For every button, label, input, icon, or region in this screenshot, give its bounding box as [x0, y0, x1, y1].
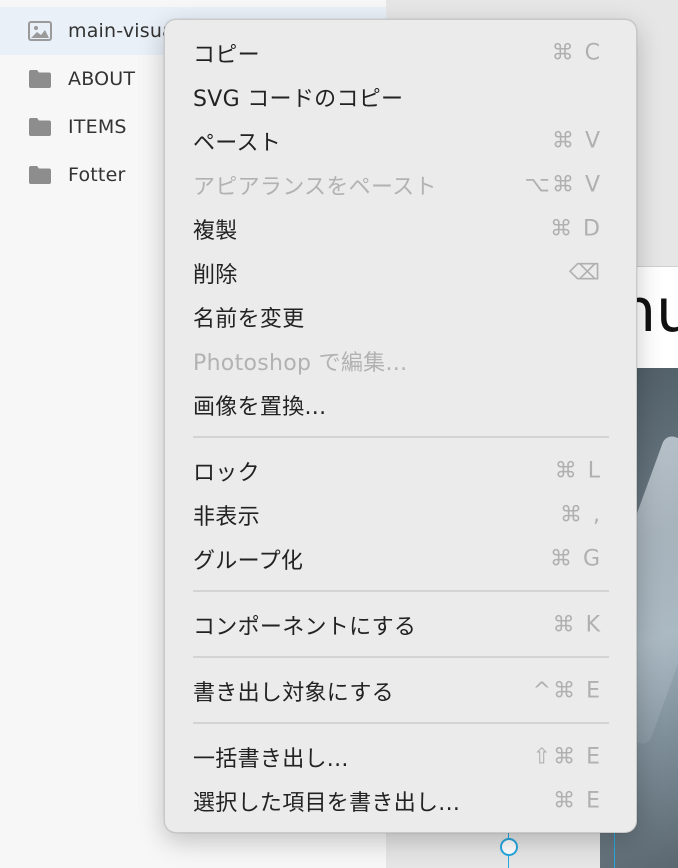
menu-item-batch-export[interactable]: 一括書き出し... ⇧⌘ E — [165, 735, 636, 779]
menu-item-copy[interactable]: コピー ⌘ C — [165, 31, 636, 75]
menu-item-label: アピアランスをペースト — [193, 175, 437, 200]
menu-item-shortcut: ⌘ D — [550, 216, 602, 242]
menu-item-label: 選択した項目を書き出し... — [193, 791, 461, 816]
menu-item-label: 非表示 — [193, 505, 260, 530]
menu-item-hide[interactable]: 非表示 ⌘ , — [165, 493, 636, 537]
menu-item-label: 複製 — [193, 219, 238, 244]
menu-item-label: 削除 — [193, 263, 238, 288]
menu-item-shortcut: ⌘ E — [553, 788, 602, 814]
menu-item-label: 書き出し対象にする — [193, 681, 394, 706]
menu-item-shortcut: ⌘ G — [549, 546, 602, 572]
menu-item-duplicate[interactable]: 複製 ⌘ D — [165, 207, 636, 251]
menu-item-mark-for-export[interactable]: 書き出し対象にする ^⌘ E — [165, 669, 636, 713]
menu-item-export-selected[interactable]: 選択した項目を書き出し... ⌘ E — [165, 779, 636, 823]
menu-item-label: 名前を変更 — [193, 307, 305, 332]
menu-separator — [193, 656, 609, 658]
menu-item-shortcut: ⌘ V — [551, 128, 602, 154]
menu-item-shortcut: ^⌘ E — [532, 678, 602, 704]
menu-separator — [193, 590, 609, 592]
menu-item-shortcut: ⌘ L — [554, 458, 602, 484]
menu-separator — [193, 722, 609, 724]
menu-item-rename[interactable]: 名前を変更 — [165, 295, 636, 339]
menu-item-lock[interactable]: ロック ⌘ L — [165, 449, 636, 493]
menu-item-copy-svg[interactable]: SVG コードのコピー — [165, 75, 636, 119]
menu-item-label: SVG コードのコピー — [193, 87, 404, 112]
menu-item-label: 画像を置換... — [193, 395, 327, 420]
menu-item-shortcut: ⌘ C — [551, 40, 602, 66]
menu-item-shortcut: ⇧⌘ E — [532, 744, 602, 770]
menu-item-shortcut: ⌥⌘ V — [524, 172, 602, 198]
folder-icon — [28, 69, 52, 89]
menu-item-label: Photoshop で編集... — [193, 351, 408, 376]
menu-item-shortcut: ⌘ , — [560, 502, 602, 528]
menu-item-paste[interactable]: ペースト ⌘ V — [165, 119, 636, 163]
menu-item-paste-appearance: アピアランスをペースト ⌥⌘ V — [165, 163, 636, 207]
menu-item-label: ロック — [193, 461, 260, 486]
menu-item-group[interactable]: グループ化 ⌘ G — [165, 537, 636, 581]
menu-separator — [193, 436, 609, 438]
layer-label: main-visua — [68, 20, 174, 42]
menu-item-delete[interactable]: 削除 ⌫ — [165, 251, 636, 295]
menu-item-label: グループ化 — [193, 549, 304, 574]
menu-item-label: 一括書き出し... — [193, 747, 349, 772]
folder-icon — [28, 117, 52, 137]
menu-item-label: コンポーネントにする — [193, 615, 417, 640]
menu-item-label: コピー — [193, 43, 260, 68]
layer-label: ABOUT — [68, 68, 136, 90]
menu-item-replace-image[interactable]: 画像を置換... — [165, 383, 636, 427]
folder-icon — [28, 165, 52, 185]
menu-item-label: ペースト — [193, 131, 282, 156]
image-icon — [28, 21, 52, 41]
menu-item-edit-in-photoshop: Photoshop で編集... — [165, 339, 636, 383]
menu-item-shortcut: ⌘ K — [552, 612, 602, 638]
delete-key-icon: ⌫ — [568, 260, 602, 286]
menu-item-make-component[interactable]: コンポーネントにする ⌘ K — [165, 603, 636, 647]
layer-label: Fotter — [68, 164, 126, 186]
context-menu: コピー ⌘ C SVG コードのコピー ペースト ⌘ V アピアランスをペースト… — [164, 19, 637, 833]
layer-label: ITEMS — [68, 116, 127, 138]
selection-handle[interactable] — [500, 838, 518, 856]
